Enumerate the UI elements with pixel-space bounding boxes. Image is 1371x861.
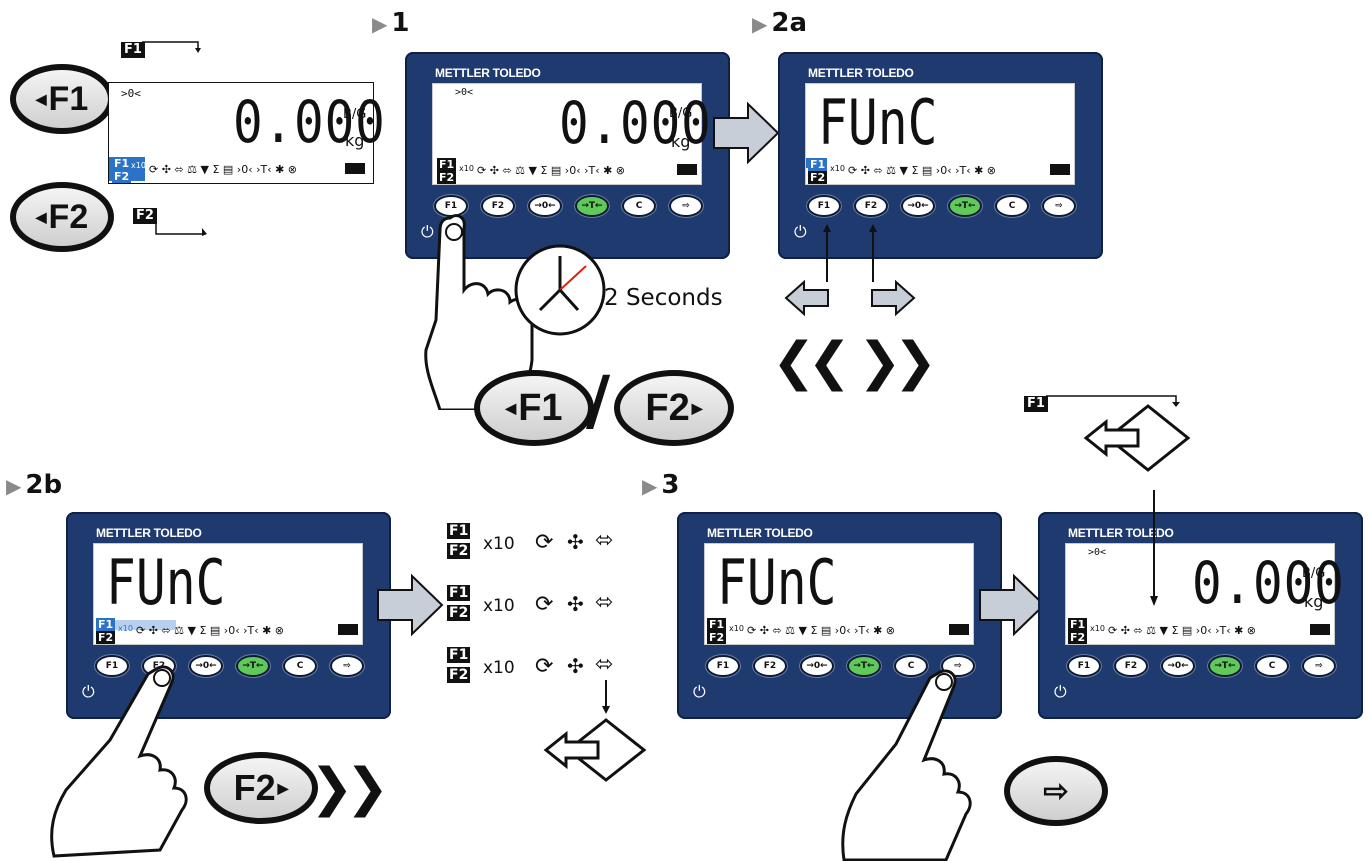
key-tare[interactable]: →T←	[1208, 655, 1242, 677]
battery-icon	[677, 164, 697, 175]
lcd-screen: >0< 0.000 B/G kg F1 F2 x10 ⟳ ✣ ⬄ ⚖ ▼ Σ ▤…	[432, 83, 711, 185]
enter-key-callout[interactable]: ⇨	[1004, 756, 1108, 826]
step-2b-label: ▶ 2b	[6, 470, 63, 500]
key-enter[interactable]: ⇨	[1302, 655, 1336, 677]
hand-press-icon-2b	[50, 665, 188, 858]
func-display: FUnC	[818, 86, 938, 159]
lcd-f2: F2	[96, 631, 116, 644]
lcd-screen: FUnC F1 F2 x10 ⟳ ✣ ⬄ ⚖ ▼ Σ ▤ ›0‹ ›T‹ ✱ ⊗	[704, 543, 974, 645]
f2-tag-line	[155, 210, 207, 236]
slash-separator: /	[586, 362, 611, 439]
lcd-f2: F2	[1068, 631, 1088, 644]
f1-tag-line	[142, 41, 201, 53]
unit-kg: kg	[671, 132, 691, 151]
next-arrow-icon-2	[377, 573, 444, 637]
key-clear[interactable]: C	[1255, 655, 1289, 677]
key-f2[interactable]: F2	[854, 195, 888, 217]
lcd-x10: x10	[830, 164, 845, 173]
zero-indicator: >0<	[121, 87, 141, 100]
step-1-label: ▶ 1	[372, 8, 410, 38]
func-display: FUnC	[717, 546, 837, 619]
battery-icon	[1310, 624, 1330, 635]
scroll-right-icon-2: ❯❯	[310, 758, 389, 818]
key-f2[interactable]: F2	[1114, 655, 1148, 677]
step-2a-label: ▶ 2a	[752, 8, 808, 38]
lcd-icon-row: ⟳ ✣ ⬄ ⚖ ▼ Σ ▤ ›0‹ ›T‹ ✱ ⊗	[149, 163, 298, 176]
scroll-left-icon: ❮❮	[772, 332, 851, 392]
unit-bg: B/G	[669, 106, 693, 121]
unit-bg: B/G	[1302, 566, 1326, 581]
lcd-f2: F2	[437, 171, 457, 184]
weigh-mode-icon	[543, 680, 647, 782]
lcd-x10: x10	[1090, 624, 1105, 633]
battery-icon	[949, 624, 969, 635]
brand-label: METTLER TOLEDO	[96, 526, 202, 540]
key-f2[interactable]: F2	[753, 655, 787, 677]
key-zero[interactable]: →0←	[800, 655, 834, 677]
battery-icon	[338, 624, 358, 635]
lcd-icon-row: ⟳ ✣ ⬄ ⚖ ▼ Σ ▤ ›0‹ ›T‹ ✱ ⊗	[848, 164, 997, 177]
key-zero[interactable]: →0←	[901, 195, 935, 217]
menu-scroll-sequence: F1 F2 x10 ⟳ ✣ ⬄ F1 F2 x10 ⟳ ✣ ⬄ F1 F2 x10 ⟳…	[447, 520, 647, 690]
scroll-right-icon: ❯❯	[858, 332, 937, 392]
lcd-icon-row: ⟳ ✣ ⬄ ⚖ ▼ Σ ▤ ›0‹ ›T‹ ✱ ⊗	[136, 624, 285, 637]
zero-indicator: >0<	[455, 87, 474, 98]
left-right-arrows-icon	[784, 224, 916, 317]
key-enter[interactable]: ⇨	[330, 655, 364, 677]
menu-row-2: F1 F2 x10 ⟳ ✣ ⬄	[447, 585, 614, 621]
unit-kg: kg	[345, 131, 365, 150]
lcd-f1: F1	[707, 618, 727, 631]
lcd-f2: F2	[112, 170, 132, 183]
power-icon[interactable]: ⏻	[693, 682, 706, 702]
f1-assign-indicator	[1046, 395, 1191, 606]
key-f1[interactable]: F1	[807, 195, 841, 217]
key-clear[interactable]: C	[283, 655, 317, 677]
f2-key-callout[interactable]: ◀ F2	[10, 182, 114, 252]
battery-icon	[345, 163, 365, 174]
next-arrow-icon	[713, 101, 780, 165]
unit-bg: B/G	[343, 107, 367, 122]
lcd-f2: F2	[808, 171, 828, 184]
brand-label: METTLER TOLEDO	[435, 66, 541, 80]
lcd-x10: x10	[729, 624, 744, 633]
unit-kg: kg	[1304, 592, 1324, 611]
brand-label: METTLER TOLEDO	[707, 526, 813, 540]
lcd-f1: F1	[808, 158, 828, 171]
lcd-screen: FUnC F1 F2 x10 ⟳ ✣ ⬄ ⚖ ▼ Σ ▤ ›0‹ ›T‹ ✱ ⊗	[93, 543, 363, 645]
lcd-icon-row: ⟳ ✣ ⬄ ⚖ ▼ Σ ▤ ›0‹ ›T‹ ✱ ⊗	[1108, 624, 1257, 637]
key-enter[interactable]: ⇨	[1042, 195, 1076, 217]
step-3-label: ▶ 3	[642, 470, 680, 500]
lcd-icon-row: ⟳ ✣ ⬄ ⚖ ▼ Σ ▤ ›0‹ ›T‹ ✱ ⊗	[477, 164, 626, 177]
menu-row-3: F1 F2 x10 ⟳ ✣ ⬄	[447, 647, 614, 683]
key-tare[interactable]: →T←	[236, 655, 270, 677]
lcd-x10: x10	[118, 624, 133, 633]
lcd-f1: F1	[112, 157, 132, 170]
key-f1[interactable]: F1	[1067, 655, 1101, 677]
menu-row-1: F1 F2 x10 ⟳ ✣ ⬄	[447, 523, 614, 559]
key-tare[interactable]: →T←	[948, 195, 982, 217]
lcd-f1: F1	[96, 618, 116, 631]
key-zero[interactable]: →0←	[1161, 655, 1195, 677]
func-display: FUnC	[106, 546, 226, 619]
hand-press-icon-3	[841, 669, 972, 861]
f2-key-callout-3[interactable]: F2 ▶	[204, 752, 318, 824]
lcd-screen: FUnC F1 F2 x10 ⟳ ✣ ⬄ ⚖ ▼ Σ ▤ ›0‹ ›T‹ ✱ ⊗	[805, 83, 1075, 185]
lcd-x10: x10	[131, 161, 146, 170]
f2-key-callout-2[interactable]: F2 ▶	[614, 370, 734, 446]
key-clear[interactable]: C	[995, 195, 1029, 217]
key-f1[interactable]: F1	[706, 655, 740, 677]
lcd-f1: F1	[437, 158, 457, 171]
lcd-x10: x10	[459, 164, 474, 173]
power-icon[interactable]: ⏻	[1054, 682, 1067, 702]
lcd-icon-row: ⟳ ✣ ⬄ ⚖ ▼ Σ ▤ ›0‹ ›T‹ ✱ ⊗	[747, 624, 896, 637]
battery-icon	[1050, 164, 1070, 175]
f1-key-callout[interactable]: ◀ F1	[10, 64, 114, 134]
lcd-f2: F2	[707, 631, 727, 644]
brand-label: METTLER TOLEDO	[808, 66, 914, 80]
two-seconds-label: 2 Seconds	[604, 285, 723, 311]
f1-key-callout-2[interactable]: ◀ F1	[474, 370, 594, 446]
legend-lcd: >0< 0.000 B/G kg F1 F2 x10 ⟳ ✣ ⬄ ⚖ ▼ Σ ▤…	[108, 82, 385, 184]
